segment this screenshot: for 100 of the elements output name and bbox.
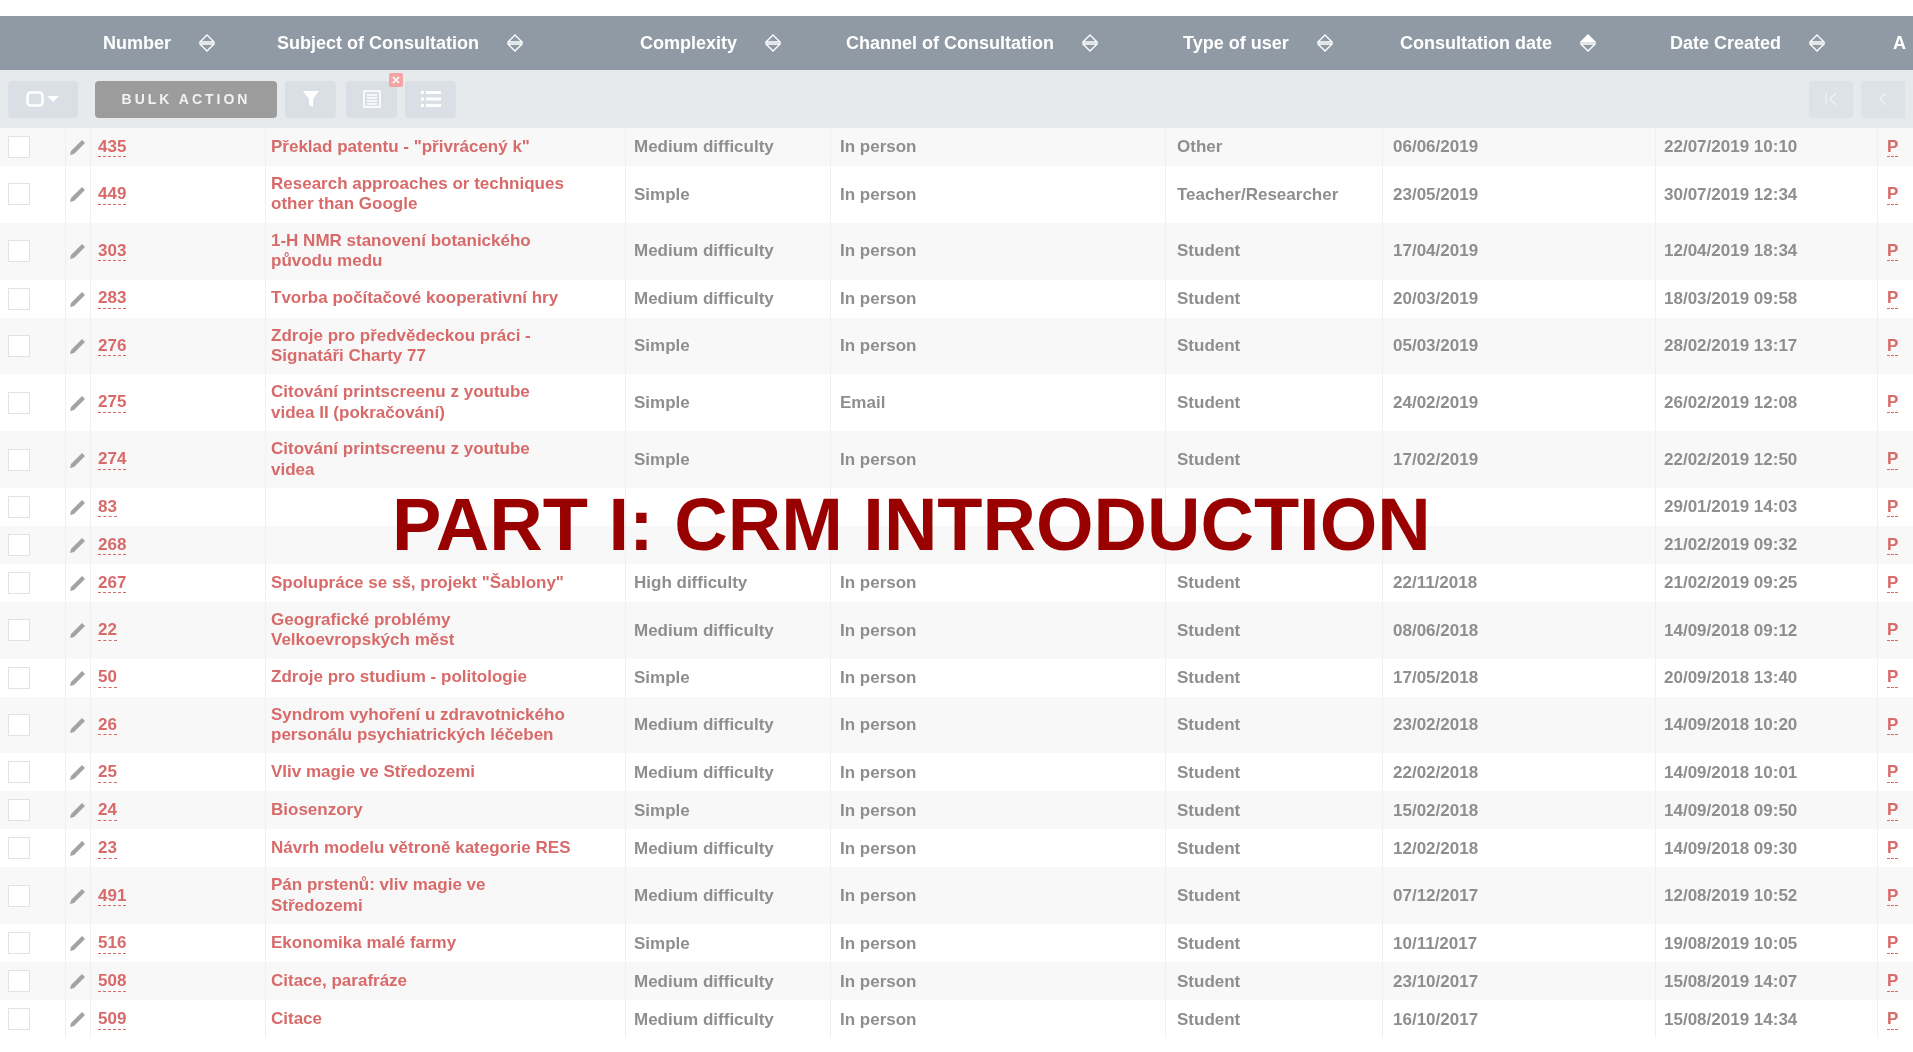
row-checkbox[interactable]: [8, 761, 30, 784]
number-link[interactable]: 303: [98, 240, 127, 262]
link[interactable]: P: [1887, 240, 1899, 262]
link[interactable]: P: [1887, 838, 1899, 859]
number-link[interactable]: 509: [98, 1008, 127, 1030]
edit-icon[interactable]: [69, 573, 87, 592]
edit-icon[interactable]: [69, 886, 87, 905]
link[interactable]: P: [1887, 392, 1899, 413]
select-all-dropdown[interactable]: [8, 80, 78, 118]
sort-icon[interactable]: [765, 34, 782, 52]
row-checkbox[interactable]: [8, 932, 30, 955]
edit-icon[interactable]: [69, 450, 87, 469]
link[interactable]: P: [1887, 714, 1899, 736]
link[interactable]: P: [1887, 932, 1899, 954]
row-checkbox[interactable]: [8, 837, 30, 860]
column-header[interactable]: Complexity: [640, 29, 738, 57]
sort-icon[interactable]: [507, 34, 523, 52]
number-link[interactable]: 491: [98, 885, 127, 907]
sort-icon[interactable]: [199, 34, 215, 52]
column-header[interactable]: Number: [103, 29, 171, 57]
edit-icon[interactable]: [69, 336, 87, 355]
number-link[interactable]: 283: [98, 288, 127, 309]
row-checkbox[interactable]: [8, 334, 30, 357]
link[interactable]: P: [1887, 1008, 1899, 1030]
link[interactable]: P: [1887, 335, 1899, 357]
edit-icon[interactable]: [69, 934, 87, 953]
edit-icon[interactable]: [69, 1010, 87, 1029]
column-header[interactable]: Date Created: [1670, 29, 1782, 57]
number-link[interactable]: 267: [98, 572, 127, 594]
number-link[interactable]: 275: [98, 392, 127, 413]
edit-icon[interactable]: [69, 185, 87, 204]
number-link[interactable]: 23: [98, 838, 117, 859]
link[interactable]: P: [1887, 449, 1899, 470]
sort-icon[interactable]: [1082, 34, 1098, 52]
link[interactable]: P: [1887, 572, 1899, 594]
row-checkbox[interactable]: [8, 799, 30, 822]
edit-icon[interactable]: [69, 668, 87, 687]
column-header[interactable]: Channel of Consultation: [846, 29, 1054, 57]
number-link[interactable]: 516: [98, 932, 127, 954]
number-link[interactable]: 435: [98, 136, 127, 158]
row-checkbox[interactable]: [8, 533, 30, 556]
link[interactable]: P: [1887, 800, 1899, 821]
link[interactable]: P: [1887, 885, 1899, 907]
link[interactable]: P: [1887, 970, 1899, 992]
number-link[interactable]: 276: [98, 335, 127, 357]
link[interactable]: P: [1887, 667, 1899, 688]
link[interactable]: P: [1887, 184, 1899, 205]
number-link[interactable]: 22: [98, 620, 117, 641]
edit-icon[interactable]: [69, 497, 87, 516]
link[interactable]: P: [1887, 496, 1899, 518]
number-link[interactable]: 83: [98, 496, 117, 518]
edit-icon[interactable]: [69, 621, 87, 640]
filter-button[interactable]: [285, 80, 336, 118]
edit-icon[interactable]: [69, 716, 87, 735]
row-checkbox[interactable]: [8, 391, 30, 414]
close-icon[interactable]: [389, 72, 403, 87]
edit-icon[interactable]: [69, 535, 87, 554]
row-checkbox[interactable]: [8, 666, 30, 689]
number-link[interactable]: 449: [98, 184, 127, 205]
row-checkbox[interactable]: [8, 448, 30, 471]
column-header[interactable]: Consultation date: [1400, 29, 1552, 57]
row-checkbox[interactable]: [8, 183, 30, 206]
sort-icon[interactable]: [1580, 34, 1596, 52]
link[interactable]: P: [1887, 762, 1899, 783]
number-link[interactable]: 508: [98, 970, 127, 992]
sort-icon[interactable]: [1316, 34, 1333, 52]
row-checkbox[interactable]: [8, 714, 30, 737]
number-link[interactable]: 268: [98, 534, 127, 556]
row-checkbox[interactable]: [8, 970, 30, 993]
link[interactable]: P: [1887, 288, 1899, 309]
row-checkbox[interactable]: [8, 1008, 30, 1031]
edit-icon[interactable]: [69, 138, 87, 156]
row-checkbox[interactable]: [8, 287, 30, 310]
row-checkbox[interactable]: [8, 619, 30, 642]
list-view-button[interactable]: [405, 80, 456, 118]
column-header[interactable]: A: [1893, 29, 1906, 57]
number-link[interactable]: 25: [98, 762, 117, 783]
row-checkbox[interactable]: [8, 136, 30, 158]
link[interactable]: P: [1887, 136, 1899, 158]
sort-icon[interactable]: [1809, 34, 1826, 52]
edit-icon[interactable]: [69, 289, 87, 308]
edit-icon[interactable]: [69, 972, 87, 991]
column-header[interactable]: Type of user: [1183, 29, 1289, 57]
link[interactable]: P: [1887, 620, 1899, 641]
number-link[interactable]: 274: [98, 449, 127, 470]
edit-icon[interactable]: [69, 839, 87, 858]
edit-icon[interactable]: [69, 393, 87, 412]
edit-icon[interactable]: [69, 763, 87, 782]
number-link[interactable]: 50: [98, 667, 117, 688]
row-checkbox[interactable]: [8, 240, 30, 263]
row-checkbox[interactable]: [8, 571, 30, 594]
row-checkbox[interactable]: [8, 495, 30, 518]
link[interactable]: P: [1887, 534, 1899, 556]
row-checkbox[interactable]: [8, 884, 30, 907]
number-link[interactable]: 24: [98, 800, 117, 821]
edit-icon[interactable]: [69, 242, 87, 261]
edit-icon[interactable]: [69, 801, 87, 820]
number-link[interactable]: 26: [98, 714, 117, 736]
column-layout-button[interactable]: [346, 80, 397, 118]
column-header[interactable]: Subject of Consultation: [277, 29, 479, 57]
